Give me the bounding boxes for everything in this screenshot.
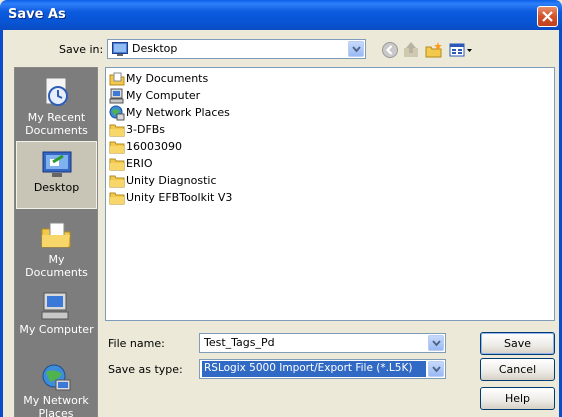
folder-icon [109, 156, 125, 172]
place-label: Desktop [33, 181, 80, 194]
save-as-dialog: Save As Save in: Desktop My Recent Docum… [0, 0, 562, 417]
file-name: Unity Diagnostic [126, 174, 217, 187]
place-my-documents[interactable]: My Documents [16, 213, 97, 281]
file-name-label: File name: [108, 337, 165, 350]
my-computer-icon [40, 290, 72, 322]
up-one-level-button[interactable] [402, 41, 420, 59]
folder-icon [109, 122, 125, 138]
place-label: My Computer [19, 323, 94, 336]
place-my-computer[interactable]: My Computer [16, 284, 97, 352]
views-menu-icon [449, 43, 472, 57]
place-label: My Documents [25, 253, 88, 279]
cancel-button[interactable]: Cancel [480, 358, 555, 381]
save-in-value: Desktop [132, 42, 178, 55]
place-label: My Recent Documents [25, 111, 88, 137]
place-my-recent-documents[interactable]: My Recent Documents [16, 70, 97, 138]
desktop-icon [112, 42, 128, 56]
new-folder-button[interactable] [425, 41, 443, 59]
network-places-icon [109, 105, 125, 121]
file-name: My Computer [126, 89, 201, 102]
folder-icon [109, 173, 125, 189]
file-name: 3-DFBs [126, 123, 166, 136]
file-name: My Documents [126, 72, 209, 85]
views-menu-button[interactable] [449, 41, 473, 59]
file-name: ERIO [126, 157, 153, 170]
window-border-left [0, 30, 3, 417]
back-icon [382, 42, 398, 58]
folder-icon [109, 139, 125, 155]
network-places-icon [40, 362, 72, 394]
window-title: Save As [8, 7, 66, 22]
place-my-network-places[interactable]: My Network Places [16, 356, 97, 417]
save-in-label: Save in: [59, 43, 104, 56]
close-button[interactable] [537, 6, 558, 27]
file-name-value: Test_Tags_Pd [204, 336, 275, 349]
chevron-down-icon [352, 46, 361, 53]
up-folder-icon [404, 42, 418, 57]
help-button[interactable]: Help [480, 387, 555, 410]
place-label: My Network Places [23, 394, 89, 417]
my-documents-icon [109, 71, 125, 87]
save-in-dropdown-button[interactable] [348, 41, 364, 57]
place-desktop[interactable]: Desktop [16, 141, 97, 209]
file-name-dropdown-button[interactable] [428, 335, 444, 351]
title-bar[interactable]: Save As [0, 0, 562, 30]
file-name: Unity EFBToolkit V3 [126, 191, 233, 204]
recent-documents-icon [40, 76, 72, 108]
save-as-type-value: RSLogix 5000 Import/Export File (*.L5K) [204, 362, 413, 374]
file-name: 16003090 [126, 140, 182, 153]
file-name: My Network Places [126, 106, 230, 119]
file-list[interactable]: My Documents My Computer My Network Plac… [105, 67, 555, 321]
save-button[interactable]: Save [480, 332, 555, 355]
chevron-down-icon [432, 366, 441, 373]
places-bar: My Recent Documents Desktop My Documents… [14, 67, 98, 417]
folder-icon [109, 190, 125, 206]
desktop-icon [41, 148, 73, 180]
save-as-type-label: Save as type: [108, 363, 183, 376]
my-documents-icon [40, 219, 72, 251]
file-name-input[interactable]: Test_Tags_Pd [199, 333, 446, 353]
back-button[interactable] [381, 41, 399, 59]
save-as-type-dropdown[interactable]: RSLogix 5000 Import/Export File (*.L5K) [199, 359, 446, 379]
chevron-down-icon [432, 340, 441, 347]
save-as-type-dropdown-button[interactable] [428, 361, 444, 377]
close-icon [542, 11, 553, 22]
my-computer-icon [109, 88, 125, 104]
save-in-dropdown[interactable]: Desktop [107, 39, 366, 59]
new-folder-icon [425, 42, 442, 58]
